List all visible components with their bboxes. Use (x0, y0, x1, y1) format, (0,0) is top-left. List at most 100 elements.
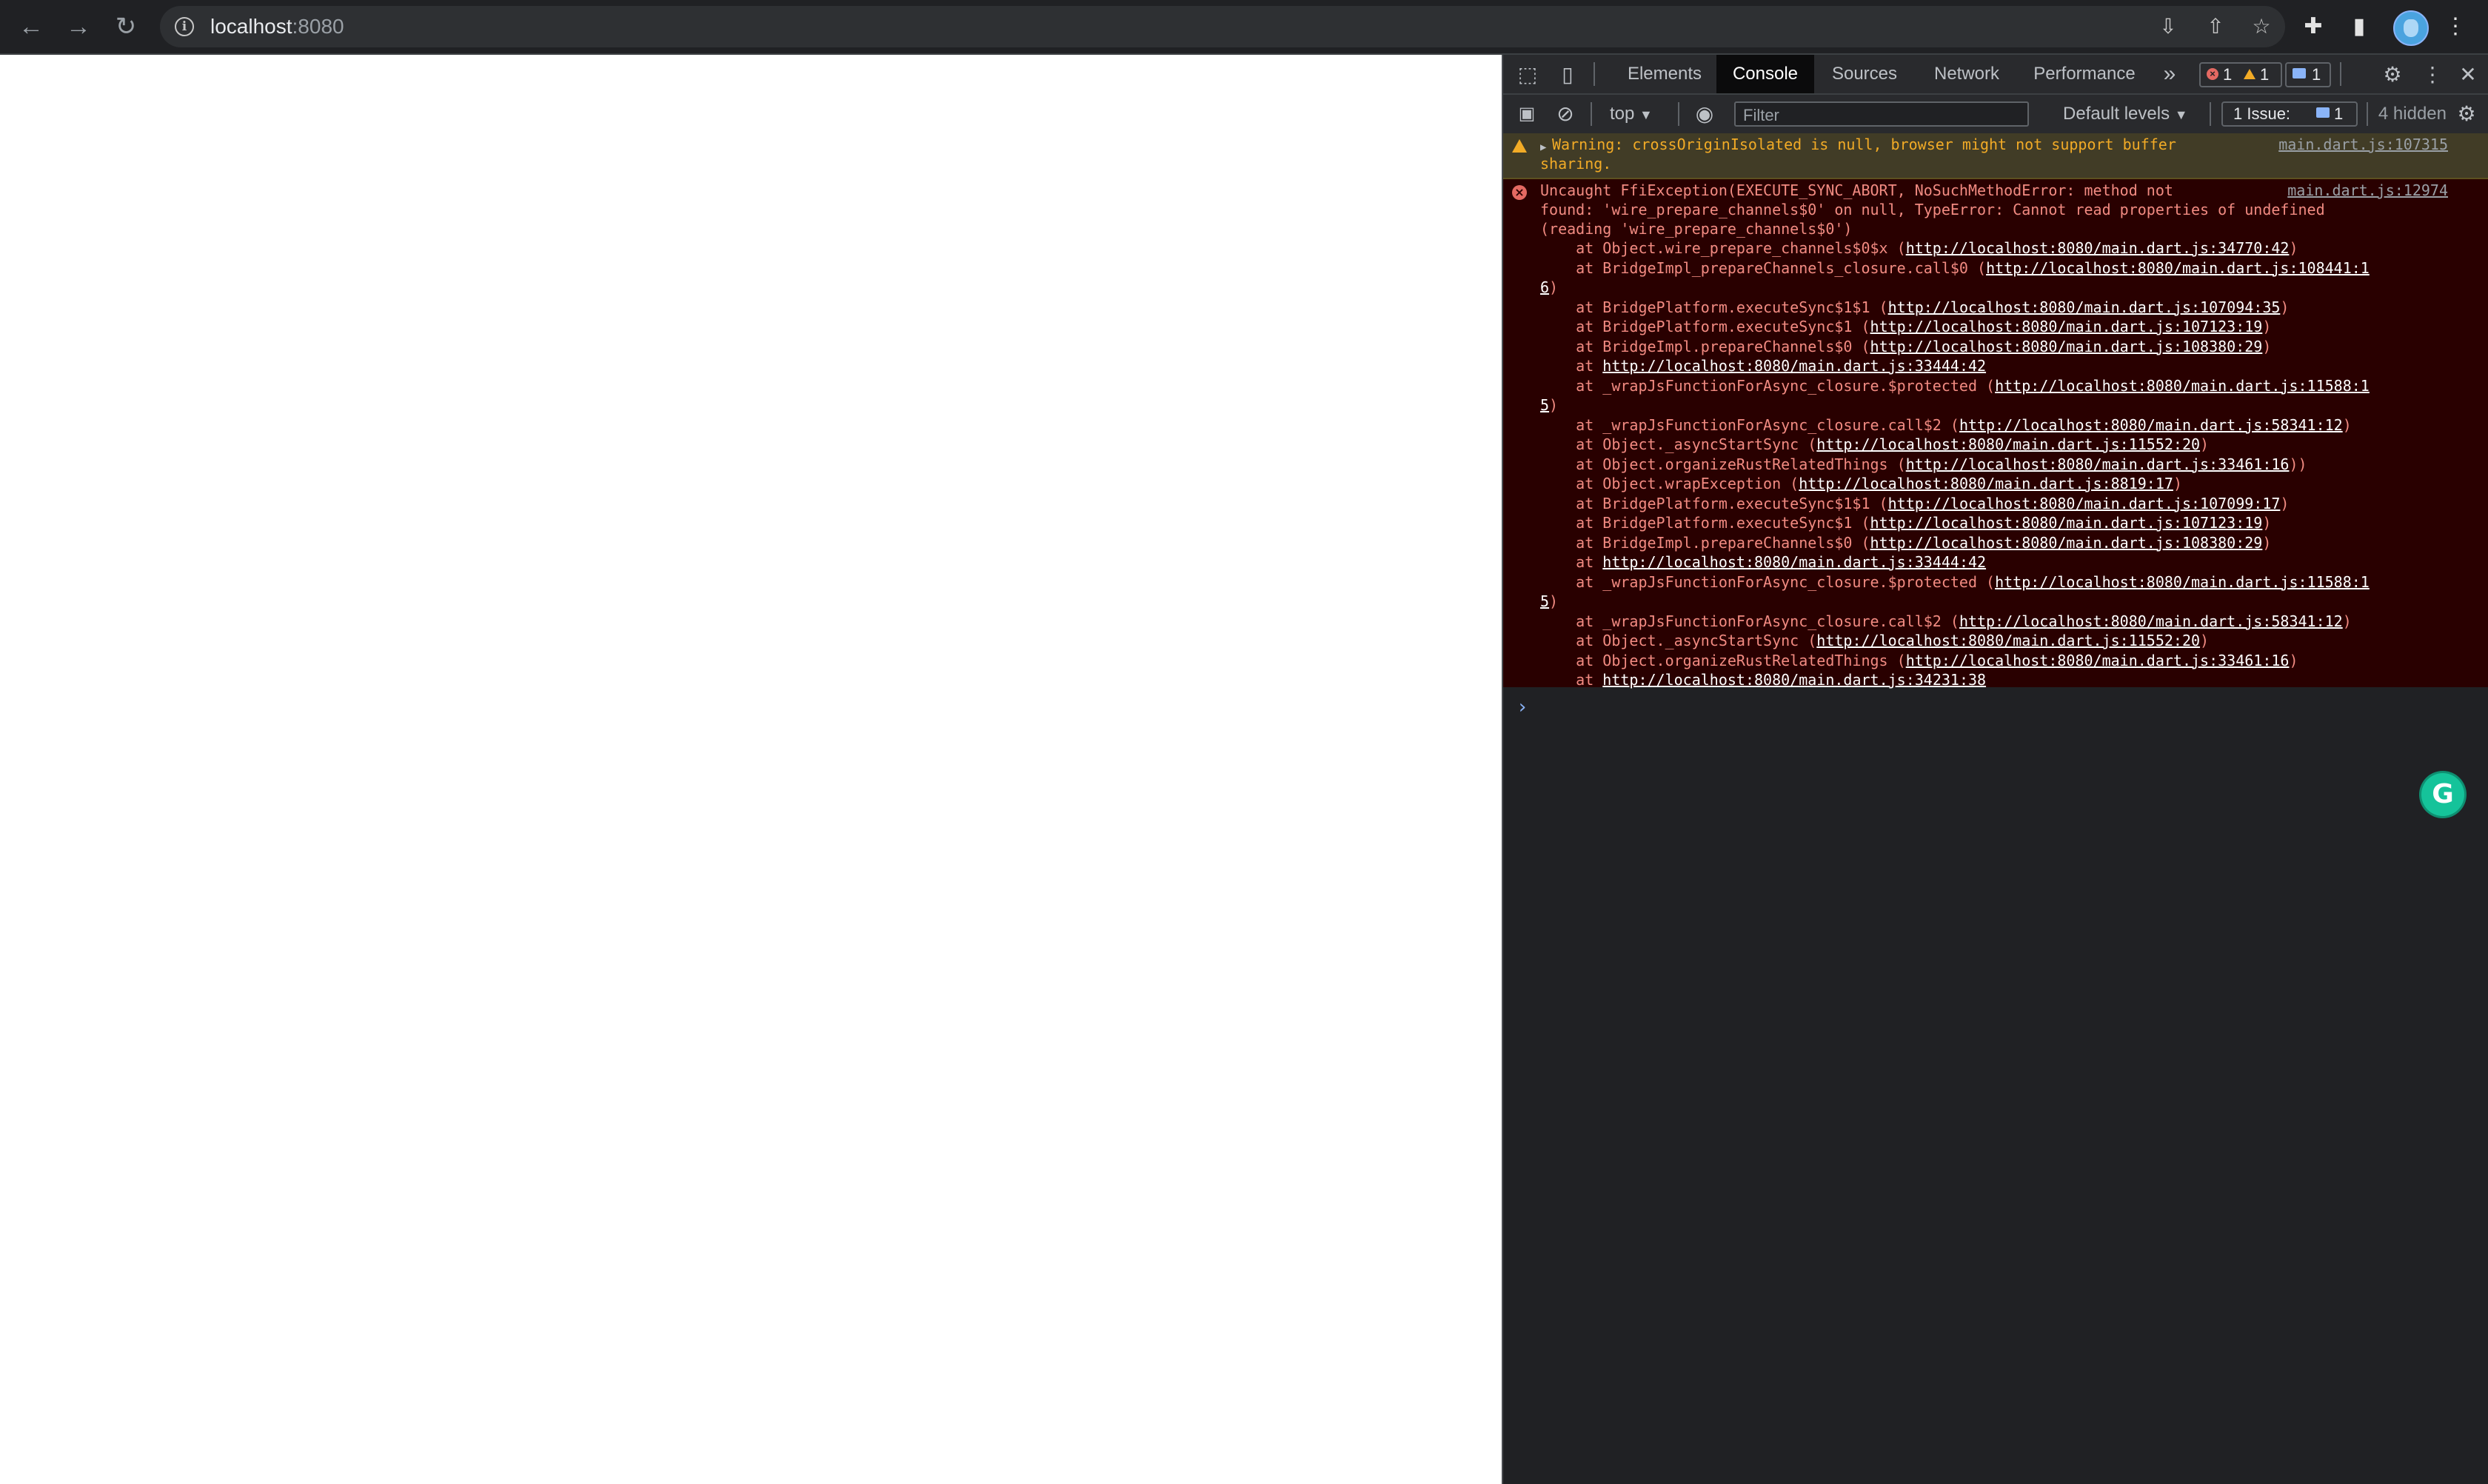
stack-frame-link[interactable]: http://localhost:8080/main.dart.js:10712… (1870, 514, 2263, 532)
stack-frame: at _wrapJsFunctionForAsync_closure.$prot… (1540, 376, 2370, 396)
dropdown-arrow-icon: ▼ (2174, 107, 2188, 122)
stack-frame-text: at Object.wire_prepare_channels$0$x ( (1540, 239, 1906, 257)
device-toggle-icon[interactable]: ▯ (1556, 64, 1579, 86)
stack-frame-text: ) (2280, 494, 2290, 512)
stack-frame-link[interactable]: http://localhost:8080/main.dart.js:10712… (1870, 318, 2263, 335)
bookmark-star-icon[interactable]: ☆ (2250, 15, 2273, 39)
separator (2340, 62, 2341, 86)
stack-frame-link[interactable]: http://localhost:8080/main.dart.js:8819:… (1799, 475, 2173, 492)
grammarly-icon[interactable]: G (2421, 773, 2464, 816)
error-source-link[interactable]: main.dart.js:12974 (2287, 181, 2448, 201)
info-icon[interactable]: i (175, 17, 194, 36)
share-icon[interactable]: ⇧ (2204, 15, 2227, 39)
eye-icon[interactable]: ◉ (1691, 102, 1718, 126)
stack-frame: 5) (1540, 592, 1558, 612)
reload-icon[interactable]: ↻ (111, 12, 141, 41)
stack-frame-link[interactable]: http://localhost:8080/main.dart.js:11552… (1816, 435, 2200, 453)
tab-elements[interactable]: Elements (1613, 55, 1716, 93)
stack-frame-text: ) (2289, 651, 2298, 669)
stack-frame-link[interactable]: http://localhost:8080/main.dart.js:33444… (1602, 357, 1986, 375)
url-port: :8080 (292, 15, 344, 38)
stack-frame-link[interactable]: 5 (1540, 592, 1549, 610)
warning-source-link[interactable]: main.dart.js:107315 (2278, 135, 2448, 155)
more-tabs-icon[interactable]: » (2155, 55, 2184, 93)
back-arrow-icon[interactable]: ← (16, 12, 46, 41)
menu-kebab-icon[interactable]: ⋮ (2442, 13, 2469, 40)
issues-label: 1 Issue: (2233, 104, 2291, 123)
stack-frame-link[interactable]: http://localhost:8080/main.dart.js:33461… (1906, 455, 2290, 473)
address-bar[interactable]: i localhost:8080 ⇩ ⇧ ☆ (160, 6, 2285, 47)
filter-input[interactable]: Filter (1734, 101, 2029, 127)
stack-frame-link[interactable]: http://localhost:8080/main.dart.js:33461… (1906, 652, 2290, 669)
console-settings-icon[interactable]: ⚙ (2454, 102, 2479, 126)
stack-frame-link[interactable]: http://localhost:8080/main.dart.js:34231… (1602, 671, 1986, 689)
separator (1591, 102, 1592, 126)
stack-frame-link[interactable]: http://localhost:8080/main.dart.js:11552… (1816, 632, 2200, 649)
console-warning: ▶ Warning: crossOriginIsolated is null, … (1503, 133, 2488, 179)
stack-frame-text: at BridgePlatform.executeSync$1$1 ( (1540, 298, 1888, 316)
side-panel-icon[interactable]: ▮ (2346, 13, 2372, 40)
stack-frame-text: ) (2342, 415, 2352, 434)
stack-frame-link[interactable]: http://localhost:8080/main.dart.js:10709… (1888, 495, 2281, 512)
clear-console-icon[interactable]: ⊘ (1554, 102, 1577, 126)
stack-frame-text: at BridgePlatform.executeSync$1$1 ( (1540, 494, 1888, 512)
log-levels-select[interactable]: Default levels ▼ (2063, 95, 2188, 133)
levels-label: Default levels (2063, 104, 2170, 124)
stack-frame-link[interactable]: http://localhost:8080/main.dart.js:33444… (1602, 553, 1986, 571)
stack-frame-link[interactable]: http://localhost:8080/main.dart.js:58341… (1959, 416, 2343, 434)
stack-frame-link[interactable]: 5 (1540, 396, 1549, 414)
context-label: top (1610, 104, 1635, 124)
console-error: × Uncaught FfiException(EXECUTE_SYNC_ABO… (1503, 179, 2488, 690)
stack-frame-text: ) (2262, 514, 2272, 532)
stack-frame: at BridgeImpl_prepareChannels_closure.ca… (1540, 258, 2370, 278)
extensions-icon[interactable]: ✚ (2300, 13, 2327, 40)
inspect-element-icon[interactable]: ⬚ (1516, 64, 1539, 86)
message-counter[interactable]: 1 (2285, 62, 2331, 87)
stack-frame-link[interactable]: 6 (1540, 278, 1549, 296)
stack-frame-text: at _wrapJsFunctionForAsync_closure.$prot… (1540, 572, 1996, 591)
stack-frame: at BridgePlatform.executeSync$1 (http://… (1540, 317, 2271, 337)
tab-network[interactable]: Network (1915, 55, 2019, 93)
issues-button[interactable]: 1 Issue: 1 (2221, 101, 2358, 127)
settings-gear-icon[interactable]: ⚙ (2380, 62, 2405, 87)
stack-frame-link[interactable]: http://localhost:8080/main.dart.js:11588… (1995, 377, 2370, 395)
stack-frame: 5) (1540, 395, 1558, 415)
stack-frame-link[interactable]: http://localhost:8080/main.dart.js:10709… (1888, 298, 2281, 316)
stack-frame-text: ) (2200, 632, 2210, 649)
stack-frame: at _wrapJsFunctionForAsync_closure.call$… (1540, 612, 2352, 632)
page-content[interactable] (0, 55, 1502, 1484)
issue-counters[interactable]: × 1 1 (2199, 62, 2282, 87)
context-select[interactable]: top ▼ (1610, 95, 1653, 133)
stack-frame-link[interactable]: http://localhost:8080/main.dart.js:10838… (1870, 338, 2263, 355)
stack-frame-link[interactable]: http://localhost:8080/main.dart.js:11588… (1995, 573, 2370, 591)
stack-frame: at BridgeImpl.prepareChannels$0 (http://… (1540, 533, 2271, 553)
stack-frame-text: at BridgeImpl_prepareChannels_closure.ca… (1540, 258, 1987, 277)
error-icon: × (2207, 68, 2218, 80)
stack-frame: at http://localhost:8080/main.dart.js:34… (1540, 670, 1986, 690)
stack-frame-link[interactable]: http://localhost:8080/main.dart.js:10844… (1986, 259, 2370, 277)
forward-arrow-icon[interactable]: → (64, 12, 93, 41)
stack-frame-link[interactable]: http://localhost:8080/main.dart.js:10838… (1870, 534, 2263, 552)
tab-console[interactable]: Console (1716, 55, 1814, 93)
stack-frame-text: at _wrapJsFunctionForAsync_closure.call$… (1540, 612, 1959, 630)
devtools-panel: ⬚ ▯ Elements Console Sources Network Per… (1502, 55, 2488, 1484)
stack-frame: at BridgePlatform.executeSync$1 (http://… (1540, 513, 2271, 533)
profile-avatar[interactable] (2393, 10, 2429, 46)
stack-frame-text: ) (1549, 592, 1559, 610)
stack-frame-link[interactable]: http://localhost:8080/main.dart.js:58341… (1959, 612, 2343, 630)
console-prompt[interactable]: › (1516, 698, 1528, 718)
install-icon[interactable]: ⇩ (2156, 15, 2180, 39)
close-icon[interactable]: ✕ (2455, 62, 2481, 87)
sidebar-toggle-icon[interactable]: ▣ (1515, 102, 1539, 126)
message-icon (2316, 107, 2330, 118)
stack-frame-link[interactable]: http://localhost:8080/main.dart.js:34770… (1906, 239, 2290, 257)
stack-frame-text: at BridgeImpl.prepareChannels$0 ( (1540, 533, 1870, 552)
devtools-menu-icon[interactable]: ⋮ (2421, 62, 2444, 87)
url-text[interactable]: localhost:8080 (210, 15, 344, 39)
stack-frame-text: at (1540, 553, 1603, 571)
dropdown-arrow-icon: ▼ (1639, 107, 1653, 122)
tab-sources[interactable]: Sources (1814, 55, 1915, 93)
browser-toolbar: ← → ↻ i localhost:8080 ⇩ ⇧ ☆ ✚ ▮ ⋮ (0, 0, 2488, 53)
stack-frame: at BridgePlatform.executeSync$1$1 (http:… (1540, 298, 2289, 318)
tab-performance[interactable]: Performance (2019, 55, 2150, 93)
